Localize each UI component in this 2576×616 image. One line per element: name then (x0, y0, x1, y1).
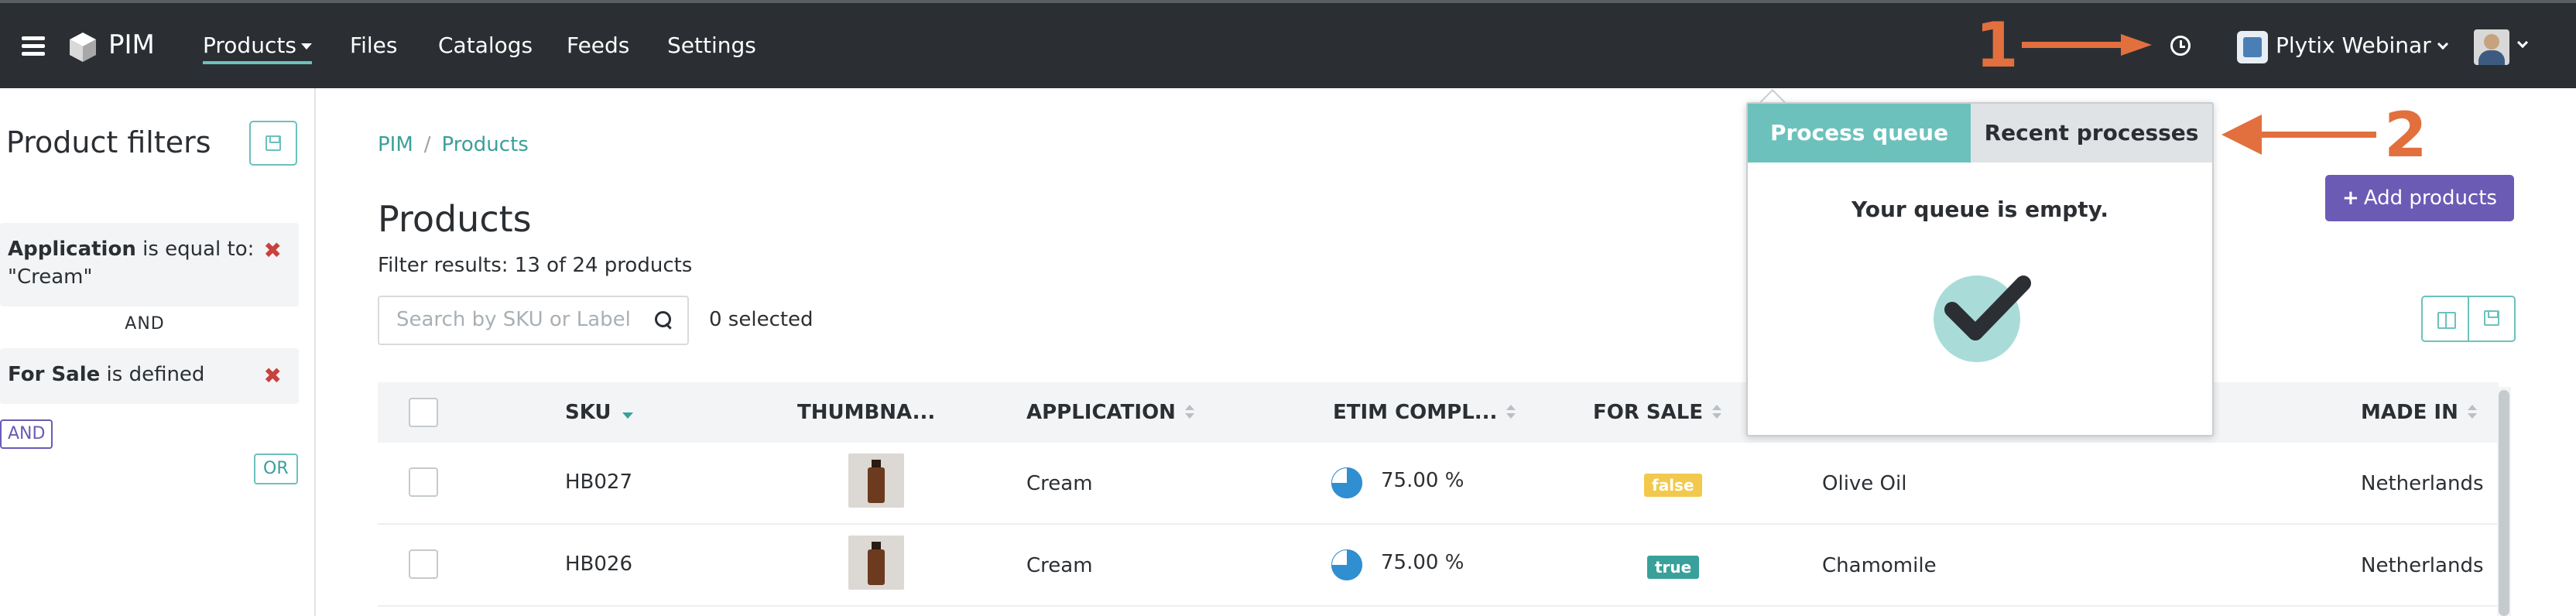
remove-filter-icon[interactable]: ✖ (264, 362, 282, 390)
filter-results-count: Filter results: 13 of 24 products (378, 254, 693, 277)
brand-name[interactable]: PIM (108, 29, 155, 60)
tab-recent-processes[interactable]: Recent processes (1971, 104, 2212, 163)
filter-operator: is defined (106, 363, 205, 386)
breadcrumb-separator: / (423, 133, 431, 156)
annotation-arrow-left-icon (2221, 115, 2376, 155)
table-row[interactable]: HB027 Cream 75.00 % false Olive Oil Neth… (378, 443, 2499, 525)
tab-process-queue[interactable]: Process queue (1748, 104, 1971, 163)
search-icon[interactable] (655, 311, 673, 330)
breadcrumb: PIM / Products (378, 133, 529, 156)
table-scrollbar-thumb[interactable] (2499, 390, 2509, 616)
cell-etim-completeness: 75.00 % (1381, 551, 1464, 574)
sort-descending-icon (622, 412, 633, 419)
columns-view-button[interactable] (2421, 296, 2469, 342)
column-header-for-sale[interactable]: FOR SALE (1593, 401, 1722, 424)
filter-rule-application[interactable]: Application is equal to: "Cream" ✖ (0, 223, 299, 306)
nav-catalogs[interactable]: Catalogs (438, 33, 533, 58)
filter-value: "Cream" (8, 265, 93, 289)
annotation-number-1: 1 (1975, 9, 2019, 81)
for-sale-badge: true (1647, 556, 1700, 579)
filter-attribute: For Sale (8, 363, 101, 386)
annotation-arrow-right-icon (2022, 34, 2152, 56)
add-products-label: Add products (2363, 187, 2497, 210)
product-thumbnail[interactable] (848, 453, 904, 508)
cell-application: Cream (1026, 554, 1093, 577)
completeness-pie-outline (1331, 549, 1362, 580)
top-navigation-bar: PIM Products Files Catalogs Feeds Settin… (0, 0, 2576, 88)
account-name: Plytix Webinar (2276, 33, 2431, 58)
select-all-checkbox[interactable] (409, 398, 438, 427)
nav-settings[interactable]: Settings (667, 33, 756, 58)
column-header-sku[interactable]: SKU (565, 401, 633, 424)
process-queue-popover: Process queue Recent processes Your queu… (1746, 102, 2214, 436)
nav-files[interactable]: Files (350, 33, 397, 58)
completeness-pie-outline (1331, 467, 1362, 498)
avatar-chevron-down-icon[interactable] (2516, 36, 2529, 49)
breadcrumb-current[interactable]: Products (442, 133, 529, 156)
sort-icon (1712, 405, 1722, 420)
floppy-disk-icon (2484, 310, 2499, 326)
breadcrumb-root[interactable]: PIM (378, 133, 413, 156)
row-checkbox[interactable] (409, 549, 438, 579)
product-filters-panel: Product filters Application is equal to:… (0, 88, 316, 616)
floppy-disk-icon (265, 135, 281, 151)
cube-logo-icon (70, 33, 96, 62)
checkmark-icon (1944, 275, 2031, 341)
search-input[interactable] (396, 308, 644, 331)
account-switcher[interactable]: Plytix Webinar (2276, 33, 2448, 58)
column-header-application[interactable]: APPLICATION (1026, 401, 1194, 424)
search-box[interactable] (378, 296, 689, 345)
sort-icon (2467, 405, 2477, 420)
plus-icon: + (2342, 187, 2359, 210)
add-or-filter-button[interactable]: OR (254, 453, 298, 484)
cell-made-in: Netherlands (2361, 472, 2484, 495)
selected-count: 0 selected (709, 308, 814, 331)
column-label: SKU (565, 401, 611, 424)
cell-sku[interactable]: HB027 (565, 471, 632, 494)
sort-icon (1184, 405, 1194, 420)
add-and-filter-button[interactable]: AND (0, 419, 53, 449)
filter-rule-for-sale[interactable]: For Sale is defined ✖ (0, 348, 299, 404)
hamburger-menu-icon[interactable] (22, 36, 45, 56)
column-label: ETIM COMPL... (1333, 401, 1498, 424)
sort-icon (1506, 405, 1516, 420)
nav-products[interactable]: Products (203, 33, 312, 64)
account-logo-icon[interactable] (2237, 31, 2268, 63)
cell-label: Chamomile (1822, 554, 1937, 577)
table-row[interactable]: HB026 Cream 75.00 % true Chamomile Nethe… (378, 525, 2499, 607)
page-title: Products (378, 198, 532, 240)
caret-down-icon (300, 43, 312, 50)
user-avatar[interactable] (2474, 29, 2509, 65)
add-products-button[interactable]: + Add products (2325, 175, 2514, 221)
save-filter-button[interactable] (249, 121, 297, 166)
process-queue-clock-icon[interactable] (2170, 36, 2191, 56)
filter-connector-and: AND (125, 314, 165, 334)
cell-label: Olive Oil (1822, 472, 1907, 495)
cell-etim-completeness: 75.00 % (1381, 469, 1464, 492)
row-checkbox[interactable] (409, 467, 438, 497)
column-label: APPLICATION (1026, 401, 1176, 424)
annotation-number-2: 2 (2384, 99, 2427, 171)
nav-feeds[interactable]: Feeds (567, 33, 629, 58)
filter-operator: is equal to: (142, 238, 255, 261)
column-header-made-in[interactable]: MADE IN (2361, 401, 2477, 424)
filter-attribute: Application (8, 238, 136, 261)
column-header-etim-completeness[interactable]: ETIM COMPL... (1333, 401, 1516, 424)
column-label: FOR SALE (1593, 401, 1704, 424)
column-header-thumbnail[interactable]: THUMBNA... (797, 401, 935, 424)
column-label: MADE IN (2361, 401, 2458, 424)
cell-application: Cream (1026, 472, 1093, 495)
queue-empty-message: Your queue is empty. (1852, 197, 2108, 222)
product-thumbnail[interactable] (848, 536, 904, 590)
filters-title: Product filters (6, 125, 211, 159)
chevron-down-icon (2437, 38, 2448, 50)
cell-sku[interactable]: HB026 (565, 553, 632, 576)
nav-products-label: Products (203, 33, 296, 58)
cell-made-in: Netherlands (2361, 554, 2484, 577)
remove-filter-icon[interactable]: ✖ (264, 237, 282, 265)
for-sale-badge: false (1644, 474, 1702, 497)
save-view-button[interactable] (2468, 296, 2516, 342)
